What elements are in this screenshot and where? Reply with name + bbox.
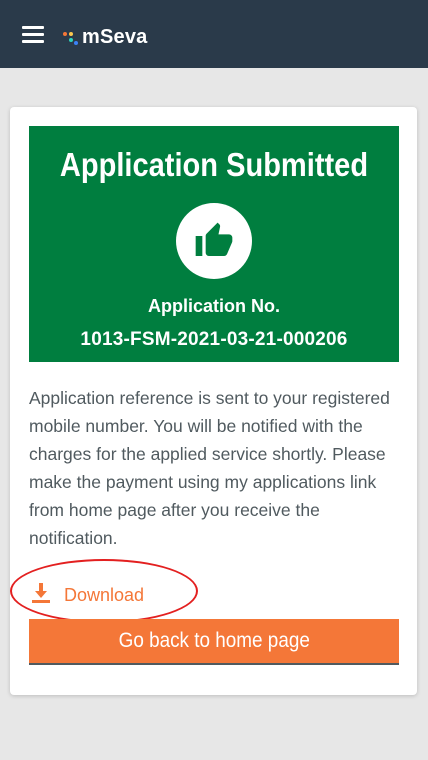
- application-number-value: 1013-FSM-2021-03-21-000206: [80, 329, 348, 350]
- thumbs-up-icon: [176, 203, 252, 279]
- download-link[interactable]: Download: [32, 582, 144, 608]
- logo-mark-icon: [62, 28, 82, 46]
- home-button-label: Go back to home page: [118, 629, 310, 652]
- app-logo[interactable]: mSeva: [62, 25, 148, 49]
- download-icon: [32, 582, 50, 608]
- download-label: Download: [64, 584, 145, 605]
- success-banner: Application Submitted Application No. 10…: [29, 126, 399, 362]
- banner-title: Application Submitted: [59, 146, 369, 183]
- acknowledgement-message: Application reference is sent to your re…: [29, 388, 390, 548]
- acknowledgement-card: Application Submitted Application No. 10…: [10, 107, 417, 695]
- go-back-home-button[interactable]: Go back to home page: [29, 619, 399, 665]
- app-name: mSeva: [82, 25, 148, 48]
- application-number-label: Application No.: [148, 296, 280, 316]
- top-app-bar: mSeva: [0, 0, 428, 68]
- hamburger-menu-icon[interactable]: [22, 26, 44, 43]
